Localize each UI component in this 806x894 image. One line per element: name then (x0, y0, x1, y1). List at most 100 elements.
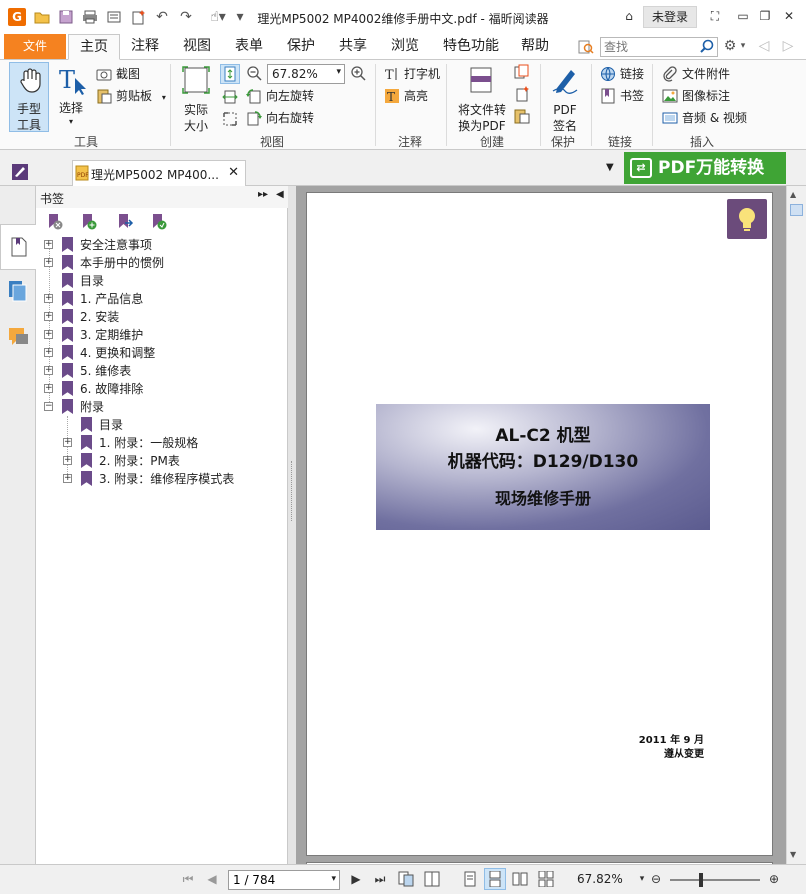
settings-gear-icon[interactable]: ⚙ (722, 38, 738, 54)
splitter-grip[interactable] (291, 461, 293, 521)
audio-video-button[interactable]: 音频 & 视频 (662, 108, 747, 128)
expand-toggle[interactable]: + (44, 294, 53, 303)
share-icon[interactable]: ⌂ (620, 8, 638, 24)
page-number-input[interactable] (229, 871, 325, 889)
status-zoom-in-icon[interactable]: ⊕ (766, 871, 782, 887)
open-folder-icon[interactable] (34, 9, 50, 25)
tab-home[interactable]: 主页 (68, 34, 120, 60)
save-icon[interactable] (58, 9, 74, 25)
clipboard-dropdown-icon[interactable]: ▾ (162, 93, 166, 102)
close-tab-icon[interactable]: ✕ (228, 165, 239, 180)
hand-tool-button[interactable]: 手型 工具 (9, 62, 49, 132)
select-tool-button[interactable]: T 选择 ▾ (54, 62, 88, 130)
expand-toggle[interactable]: + (63, 438, 72, 447)
expand-bookmark-icon[interactable] (116, 213, 134, 231)
hand-dropdown-icon[interactable]: ☝▾ (204, 9, 232, 25)
create-from-clipboard-button[interactable] (514, 64, 532, 82)
image-annotation-button[interactable]: 图像标注 (662, 86, 730, 106)
bookmark-button[interactable]: 书签 (600, 86, 644, 106)
pages-panel-tab[interactable] (0, 224, 36, 270)
expand-panel-icon[interactable]: ▸▸ (258, 189, 268, 200)
search-input[interactable] (601, 38, 697, 56)
tab-comment[interactable]: 注释 (124, 34, 166, 60)
scroll-up-icon[interactable]: ▲ (790, 190, 796, 199)
back-icon[interactable]: ◁ (756, 38, 772, 54)
status-zoom-out-icon[interactable]: ⊖ (648, 871, 664, 887)
file-menu-tab[interactable]: 文件 (4, 34, 66, 59)
zoom-select[interactable]: 67.82% ▾ (267, 64, 345, 84)
lightbulb-tip-icon[interactable] (727, 199, 767, 239)
panel-splitter[interactable] (288, 186, 296, 864)
expand-toggle[interactable]: + (44, 384, 53, 393)
search-icon[interactable] (700, 39, 714, 57)
collapse-panel-icon[interactable]: ◀ (276, 189, 284, 200)
rotate-right-button[interactable]: 向右旋转 (246, 108, 314, 128)
zoom-slider-knob[interactable] (699, 873, 703, 887)
tab-view[interactable]: 视图 (176, 34, 218, 60)
facing-pages-icon[interactable] (512, 871, 528, 887)
scroll-down-icon[interactable]: ▼ (790, 850, 796, 859)
fit-page-button[interactable] (220, 64, 240, 84)
comments-panel-icon[interactable] (8, 326, 30, 350)
last-page-icon[interactable]: ⏭ (372, 871, 388, 887)
continuous-facing-icon[interactable] (398, 871, 414, 887)
delete-bookmark-icon[interactable] (46, 213, 64, 231)
properties-icon[interactable] (106, 9, 122, 25)
bookmark-options-icon[interactable] (150, 213, 168, 231)
tab-features[interactable]: 特色功能 (436, 34, 506, 60)
expand-toggle[interactable]: + (44, 366, 53, 375)
foxit-sign-icon[interactable] (12, 164, 30, 183)
first-page-icon[interactable]: ⏮ (180, 871, 196, 887)
close-icon[interactable]: ✕ (780, 8, 798, 24)
tab-browse[interactable]: 浏览 (384, 34, 426, 60)
page-dropdown-icon[interactable]: ▾ (331, 874, 336, 884)
actual-size-button[interactable]: 实际 大小 (178, 62, 214, 133)
page-number-field[interactable]: ▾ (228, 870, 340, 890)
zoom-dropdown-icon[interactable]: ▾ (336, 67, 341, 77)
select-dropdown-icon[interactable]: ▾ (54, 114, 88, 130)
tab-help[interactable]: 帮助 (514, 34, 556, 60)
rotate-left-button[interactable]: 向左旋转 (246, 86, 314, 106)
expand-toggle[interactable]: + (44, 348, 53, 357)
redo-icon[interactable]: ↷ (178, 9, 194, 25)
typewriter-button[interactable]: T 打字机 (384, 64, 440, 84)
tab-protect[interactable]: 保护 (280, 34, 322, 60)
expand-toggle[interactable]: + (44, 258, 53, 267)
document-tab[interactable]: PDF 理光MP5002 MP400... ✕ (72, 160, 246, 186)
collapse-toggle[interactable]: − (44, 402, 53, 411)
layers-panel-icon[interactable] (8, 280, 30, 304)
link-button[interactable]: 链接 (600, 64, 644, 84)
zoom-slider-track[interactable] (670, 879, 760, 881)
new-icon[interactable] (130, 9, 146, 25)
pdf-sign-button[interactable]: PDF 签名 (546, 62, 584, 133)
previous-page-icon[interactable]: ◀ (204, 871, 220, 887)
tab-list-dropdown-icon[interactable]: ▼ (606, 162, 614, 173)
continuous-page-icon[interactable] (484, 868, 506, 890)
expand-toggle[interactable]: + (44, 240, 53, 249)
forward-icon[interactable]: ▷ (780, 38, 796, 54)
zoom-in-button[interactable] (348, 64, 368, 84)
create-blank-button[interactable] (514, 86, 532, 104)
login-button[interactable]: 未登录 (643, 6, 697, 28)
restore-icon[interactable]: ❐ (756, 8, 774, 24)
minimize-icon[interactable]: ▭ (734, 8, 752, 24)
undo-icon[interactable]: ↶ (154, 9, 170, 25)
fullscreen-icon[interactable]: ⛶ (706, 8, 724, 24)
fit-width-button[interactable] (220, 88, 240, 108)
search-field[interactable] (600, 37, 718, 57)
marquee-zoom-button[interactable] (220, 110, 240, 130)
vertical-scrollbar[interactable]: ▲ ▼ (786, 186, 806, 864)
highlight-button[interactable]: T 高亮 (384, 86, 428, 106)
continuous-facing-pages-icon[interactable] (538, 870, 554, 888)
find-icon[interactable] (578, 39, 594, 55)
next-page-icon[interactable]: ▶ (348, 871, 364, 887)
pdf-convert-banner[interactable]: ⇄ PDF万能转换 (624, 152, 786, 184)
single-page-icon[interactable] (462, 871, 478, 887)
expand-toggle[interactable]: + (63, 474, 72, 483)
clipboard-button[interactable]: 剪贴板 ▾ (96, 86, 166, 106)
expand-toggle[interactable]: + (44, 330, 53, 339)
add-bookmark-icon[interactable] (80, 213, 98, 231)
print-icon[interactable] (82, 9, 98, 25)
split-view-icon[interactable] (424, 871, 440, 887)
zoom-out-button[interactable] (244, 64, 264, 84)
